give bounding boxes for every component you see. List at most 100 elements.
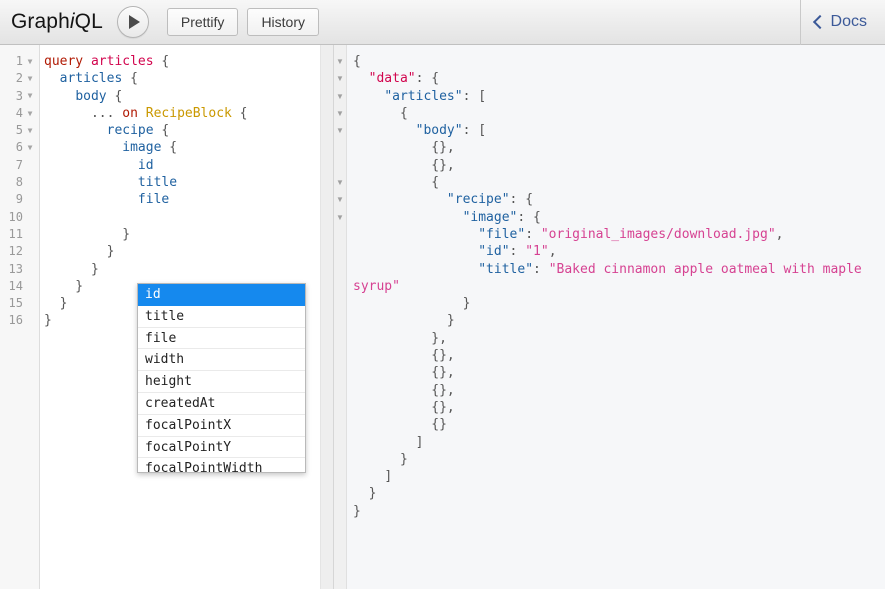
json-token: } xyxy=(353,313,455,329)
fold-arrow-icon[interactable]: ▼ xyxy=(25,57,35,66)
result-code-line: ] xyxy=(353,434,885,451)
line-number-row: 2 ▼ xyxy=(0,70,39,87)
code-token: file xyxy=(137,192,170,208)
code-token: } xyxy=(44,244,115,260)
line-number: 15 xyxy=(8,296,23,311)
logo-suffix: QL xyxy=(74,10,103,33)
result-code-line: {}, xyxy=(353,399,885,416)
app-logo: GraphiQL xyxy=(0,10,117,34)
line-number: 16 xyxy=(8,313,23,328)
code-token: } xyxy=(44,226,131,242)
result-code-line: } xyxy=(353,312,885,329)
history-button[interactable]: History xyxy=(247,8,319,36)
fold-arrow-icon[interactable]: ▼ xyxy=(25,109,35,118)
fold-arrow-icon[interactable]: ▼ xyxy=(25,92,35,100)
result-code-line: {}, xyxy=(353,382,885,399)
line-number: 9 xyxy=(15,192,23,207)
json-token: "data" xyxy=(368,71,416,87)
result-fold-arrow-icon[interactable]: ▼ xyxy=(334,122,346,139)
prettify-button[interactable]: Prettify xyxy=(166,8,239,36)
query-code-line: body { xyxy=(44,88,333,105)
line-number-row: 16▼ xyxy=(0,312,39,329)
line-number: 7 xyxy=(15,157,23,172)
json-token: "id" xyxy=(478,244,510,260)
code-token: articles xyxy=(59,71,123,87)
line-number: 3 xyxy=(15,88,23,103)
result-code-line: }, xyxy=(353,330,885,347)
result-code-line: {} xyxy=(353,416,885,433)
json-token: {}, xyxy=(353,348,455,364)
autocomplete-item[interactable]: focalPointX xyxy=(138,415,305,437)
result-code-area: { "data": { "articles": [ { "body": [ {}… xyxy=(347,45,885,589)
result-code-line: "recipe": { xyxy=(353,191,885,208)
fold-arrow-icon[interactable]: ▼ xyxy=(25,144,35,152)
result-fold-arrow-icon[interactable]: ▼ xyxy=(334,191,346,208)
line-number-row: 11▼ xyxy=(0,226,39,243)
json-token: {}, xyxy=(353,157,455,173)
line-number: 8 xyxy=(15,175,23,190)
code-token: { xyxy=(106,88,123,104)
autocomplete-item[interactable]: focalPointWidth xyxy=(138,458,305,472)
play-triangle-icon xyxy=(129,15,141,29)
result-code-line: { xyxy=(353,53,885,70)
result-fold-arrow-icon[interactable]: ▼ xyxy=(334,88,346,105)
json-token: "original_images/download.jpg" xyxy=(540,226,776,242)
autocomplete-item[interactable]: title xyxy=(138,306,305,328)
code-token: { xyxy=(122,71,138,87)
docs-button[interactable]: Docs xyxy=(801,0,885,45)
autocomplete-dropdown[interactable]: id title file width height createdAt focalPoin… xyxy=(137,283,306,473)
json-token: }, xyxy=(353,330,447,346)
code-token: { xyxy=(153,123,170,139)
query-code-line: recipe { xyxy=(44,122,333,139)
result-viewer-pane[interactable]: ▼▼▼▼▼▼▼▼▼▼▼▼▼▼▼▼▼▼▼▼▼▼▼▼▼▼▼ { "data": { … xyxy=(333,45,885,589)
line-number-row: 4 ▼ xyxy=(0,105,39,122)
line-number: 14 xyxy=(8,278,23,293)
query-code-line: } xyxy=(44,243,333,260)
autocomplete-item[interactable]: height xyxy=(138,371,305,393)
line-number: 12 xyxy=(8,244,23,259)
json-token: { xyxy=(353,54,361,69)
line-number-row: 6 ▼ xyxy=(0,139,39,156)
docs-button-label: Docs xyxy=(830,13,867,30)
autocomplete-item[interactable]: width xyxy=(138,349,305,372)
json-token: "body" xyxy=(415,123,463,139)
fold-arrow-icon[interactable]: ▼ xyxy=(25,74,35,83)
json-token: , xyxy=(548,244,557,260)
json-token: "title" xyxy=(478,261,534,277)
query-code-line: query articles { xyxy=(44,53,333,70)
json-token: : xyxy=(525,226,541,242)
result-fold-arrow-icon[interactable]: ▼ xyxy=(334,209,346,226)
execute-query-button[interactable] xyxy=(116,6,149,38)
result-code-line: {}, xyxy=(353,139,885,156)
json-token: : { xyxy=(509,192,534,208)
result-code-line: } xyxy=(353,451,885,468)
result-fold-arrow-icon[interactable]: ▼ xyxy=(334,174,346,191)
autocomplete-item[interactable]: focalPointY xyxy=(138,437,305,459)
autocomplete-item[interactable]: file xyxy=(138,328,305,350)
line-number-row: 7▼ xyxy=(0,157,39,174)
code-token: query xyxy=(44,54,84,69)
code-token: recipe xyxy=(106,123,154,139)
result-fold-arrow-icon[interactable]: ▼ xyxy=(334,53,346,70)
line-number-row: 15▼ xyxy=(0,295,39,312)
result-code-line: ] xyxy=(353,468,885,485)
result-fold-arrow-icon[interactable]: ▼ xyxy=(334,70,346,87)
result-fold-arrow-icon[interactable]: ▼ xyxy=(334,105,346,122)
json-token: , xyxy=(775,226,784,242)
json-token: } xyxy=(353,451,408,467)
fold-arrow-icon[interactable]: ▼ xyxy=(25,126,35,135)
json-token: ] xyxy=(353,434,424,450)
query-pane-scrollbar[interactable] xyxy=(320,45,333,589)
autocomplete-item[interactable]: createdAt xyxy=(138,393,305,415)
json-token: : { xyxy=(415,71,440,87)
code-token: } xyxy=(44,278,84,294)
result-code-line: {}, xyxy=(353,364,885,381)
autocomplete-item[interactable]: id xyxy=(138,284,305,306)
